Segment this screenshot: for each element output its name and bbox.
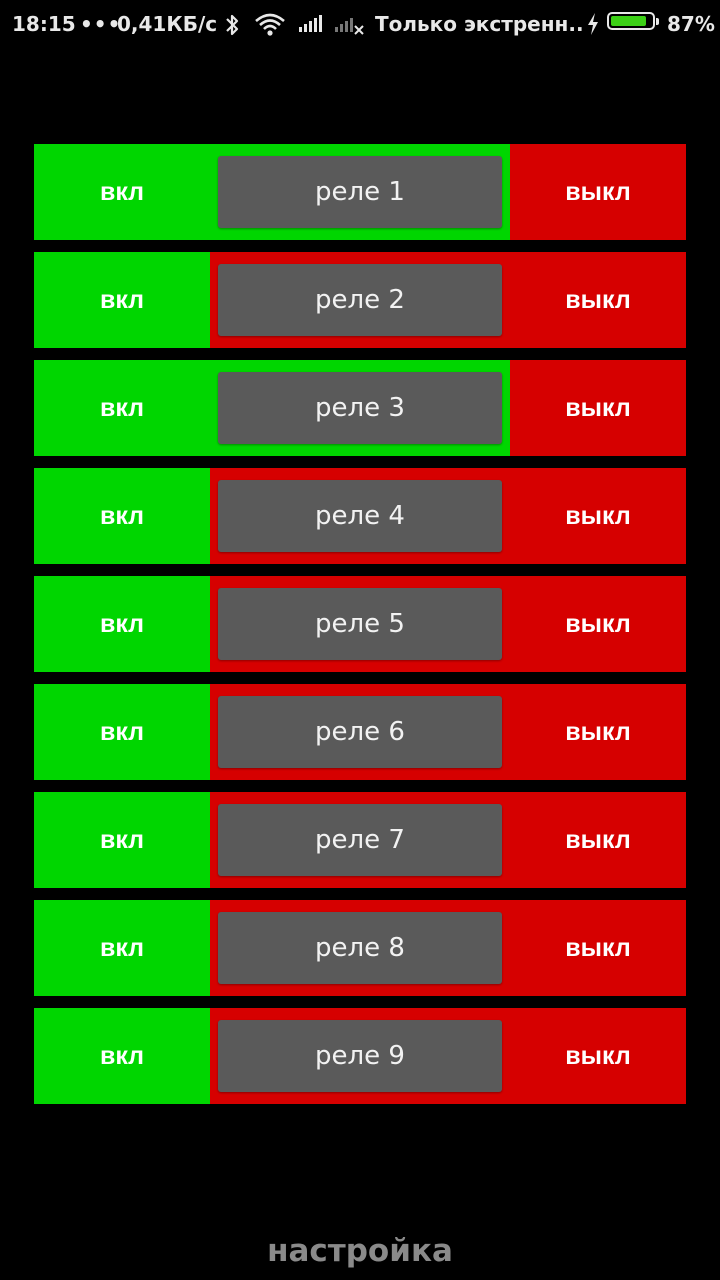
notification-dots: ••• [80,12,122,36]
relay-list: вкл реле 1 выкл вкл реле 2 выкл вкл реле 3 выкл в… [34,144,686,1116]
relay-name-button[interactable]: реле 3 [218,372,502,444]
relay-off-button[interactable]: выкл [510,468,686,564]
relay-row: вкл реле 9 выкл [34,1008,686,1104]
relay-row: вкл реле 3 выкл [34,360,686,456]
relay-name-button[interactable]: реле 1 [218,156,502,228]
relay-name-button[interactable]: реле 5 [218,588,502,660]
signal-icon [298,12,322,39]
relay-name-button[interactable]: реле 9 [218,1020,502,1092]
relay-name-button[interactable]: реле 8 [218,912,502,984]
relay-row: вкл реле 2 выкл [34,252,686,348]
battery-icon [607,12,659,30]
relay-row: вкл реле 8 выкл [34,900,686,996]
bluetooth-icon [222,12,242,43]
relay-on-button[interactable]: вкл [34,252,210,348]
settings-button[interactable]: настройка [0,1222,720,1280]
battery-level [611,16,646,26]
relay-row: вкл реле 6 выкл [34,684,686,780]
relay-on-button[interactable]: вкл [34,1008,210,1104]
relay-off-button[interactable]: выкл [510,252,686,348]
relay-row: вкл реле 5 выкл [34,576,686,672]
relay-name-button[interactable]: реле 6 [218,696,502,768]
status-time: 18:15 [12,12,76,36]
relay-name-button[interactable]: реле 2 [218,264,502,336]
relay-off-button[interactable]: выкл [510,576,686,672]
battery-percent: 87% [667,12,715,36]
relay-on-button[interactable]: вкл [34,360,210,456]
relay-on-button[interactable]: вкл [34,792,210,888]
relay-on-button[interactable]: вкл [34,576,210,672]
relay-on-button[interactable]: вкл [34,144,210,240]
relay-row: вкл реле 1 выкл [34,144,686,240]
charging-icon [586,12,600,41]
relay-on-button[interactable]: вкл [34,900,210,996]
relay-name-button[interactable]: реле 4 [218,480,502,552]
status-bar: 18:15 ••• 0,41КБ/с Только экстренн.. 87% [0,0,720,50]
relay-row: вкл реле 7 выкл [34,792,686,888]
network-speed: 0,41КБ/с [117,12,218,36]
relay-off-button[interactable]: выкл [510,684,686,780]
relay-on-button[interactable]: вкл [34,684,210,780]
wifi-icon [254,12,286,43]
relay-row: вкл реле 4 выкл [34,468,686,564]
relay-off-button[interactable]: выкл [510,1008,686,1104]
relay-off-button[interactable]: выкл [510,792,686,888]
no-signal-icon [334,12,366,41]
relay-on-button[interactable]: вкл [34,468,210,564]
relay-name-button[interactable]: реле 7 [218,804,502,876]
carrier-text: Только экстренн.. [375,12,584,36]
relay-off-button[interactable]: выкл [510,144,686,240]
relay-off-button[interactable]: выкл [510,900,686,996]
relay-off-button[interactable]: выкл [510,360,686,456]
